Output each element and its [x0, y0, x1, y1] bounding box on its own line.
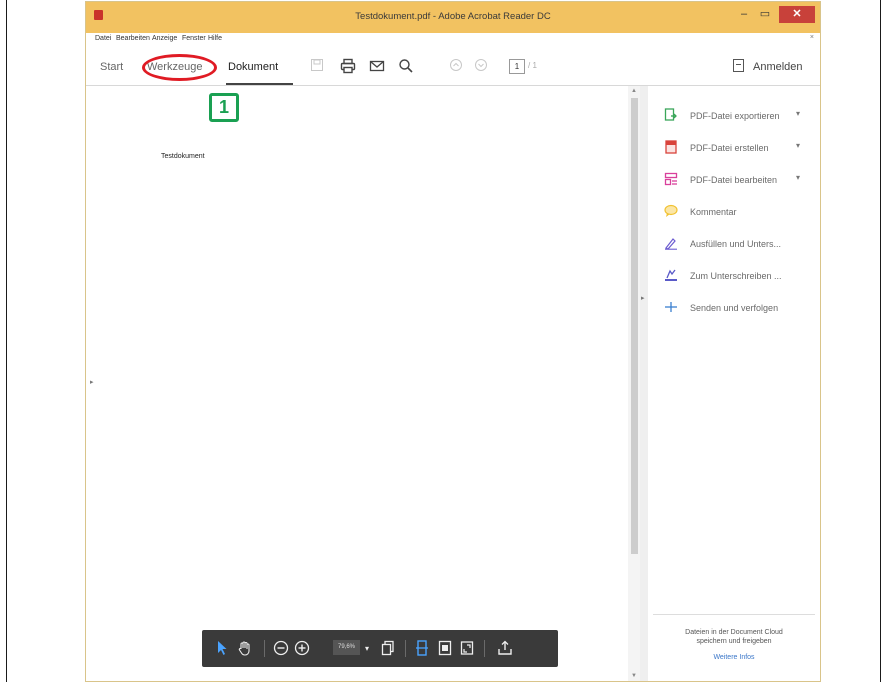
fill-sign-icon	[664, 236, 678, 250]
send-sign-icon	[664, 268, 678, 282]
zoom-out-icon[interactable]	[273, 640, 289, 657]
page-number-input[interactable]: 1	[509, 59, 525, 74]
zoom-dropdown-icon[interactable]: ▾	[362, 640, 372, 657]
maximize-button[interactable]: ▭	[756, 6, 774, 23]
tools-pane: PDF-Datei exportieren ▾ PDF-Datei erstel…	[648, 86, 820, 681]
toolbar-separator	[264, 640, 265, 657]
print-icon[interactable]	[340, 58, 356, 74]
menu-bearbeiten[interactable]: Bearbeiten	[116, 35, 150, 42]
save-icon[interactable]	[309, 58, 325, 74]
signin-icon[interactable]	[733, 59, 744, 72]
tool-label: PDF-Datei bearbeiten	[690, 175, 778, 185]
signin-button[interactable]: Anmelden	[753, 61, 803, 73]
left-pane-toggle-icon[interactable]: ▸	[90, 378, 94, 386]
vertical-scrollbar[interactable]: ▲ ▼	[628, 86, 640, 681]
export-pdf-icon	[664, 108, 678, 122]
page-fit-icon[interactable]	[381, 640, 395, 657]
tool-label: Ausfüllen und Unters...	[690, 239, 782, 249]
select-arrow-icon[interactable]	[215, 640, 229, 657]
tool-label: PDF-Datei erstellen	[690, 143, 769, 153]
scroll-mode-icon[interactable]	[415, 640, 429, 657]
page-up-icon[interactable]	[448, 58, 464, 74]
chevron-down-icon[interactable]: ▾	[796, 109, 800, 118]
edit-pdf-icon	[664, 172, 678, 186]
chevron-down-icon[interactable]: ▾	[796, 141, 800, 150]
main-toolbar: Start Werkzeuge Dokument 1 / 1 Anmelden	[86, 45, 820, 86]
fullscreen-icon[interactable]	[460, 640, 474, 657]
tool-label: Kommentar	[690, 207, 737, 217]
active-tab-indicator	[226, 83, 293, 85]
floating-toolbar: 79,6% ▾	[202, 630, 558, 667]
tab-dokument[interactable]: Dokument	[228, 61, 278, 73]
window-title: Testdokument.pdf - Adobe Acrobat Reader …	[355, 11, 551, 22]
page-down-icon[interactable]	[473, 58, 489, 74]
annotation-badge: 1	[209, 93, 239, 122]
tab-start[interactable]: Start	[100, 61, 123, 73]
cloud-info-link[interactable]: Weitere Infos	[653, 654, 815, 661]
document-text: Testdokument	[161, 153, 205, 160]
chevron-down-icon[interactable]: ▾	[796, 173, 800, 182]
pane-divider[interactable]	[640, 86, 648, 681]
page-total: / 1	[528, 61, 537, 70]
cloud-text-line1: Dateien in der Document Cloud	[685, 629, 783, 636]
document-view[interactable]: 1 Testdokument ▸	[86, 86, 628, 681]
menu-datei[interactable]: Datei	[95, 35, 111, 42]
pane-separator	[653, 614, 815, 615]
close-button[interactable]: ✕	[779, 6, 815, 23]
menu-bar: Datei Bearbeiten Anzeige Fenster Hilfe ×	[86, 33, 820, 45]
menu-anzeige[interactable]: Anzeige	[152, 35, 177, 42]
right-pane-toggle-icon[interactable]: ▸	[641, 294, 645, 302]
menu-collapse-icon[interactable]: ×	[810, 34, 814, 41]
cloud-text-line2: speichern und freigeben	[696, 638, 772, 645]
minimize-button[interactable]: –	[736, 6, 752, 23]
share-icon[interactable]	[497, 640, 513, 657]
frame-right-line	[880, 0, 881, 682]
comment-icon	[664, 204, 678, 218]
menu-fenster[interactable]: Fenster	[182, 35, 206, 42]
fit-page-icon[interactable]	[438, 640, 452, 657]
hand-tool-icon[interactable]	[237, 640, 253, 657]
toolbar-separator	[484, 640, 485, 657]
title-bar[interactable]: Testdokument.pdf - Adobe Acrobat Reader …	[86, 2, 820, 33]
frame-left-line	[6, 0, 7, 682]
highlight-circle	[142, 54, 217, 81]
acrobat-window: Testdokument.pdf - Adobe Acrobat Reader …	[85, 1, 821, 682]
send-track-icon	[664, 300, 678, 314]
search-icon[interactable]	[398, 58, 414, 74]
tool-label: Zum Unterschreiben ...	[690, 271, 782, 281]
zoom-in-icon[interactable]	[294, 640, 310, 657]
scroll-up-icon[interactable]: ▲	[631, 88, 637, 94]
scroll-down-icon[interactable]: ▼	[631, 673, 637, 679]
menu-hilfe[interactable]: Hilfe	[208, 35, 222, 42]
email-icon[interactable]	[369, 58, 385, 74]
create-pdf-icon	[664, 140, 678, 154]
scroll-thumb[interactable]	[631, 98, 638, 554]
zoom-level-field[interactable]: 79,6%	[333, 640, 360, 655]
toolbar-separator	[405, 640, 406, 657]
cloud-promo-text: Dateien in der Document Cloud speichern …	[653, 628, 815, 646]
tool-label: PDF-Datei exportieren	[690, 111, 780, 121]
tool-label: Senden und verfolgen	[690, 303, 779, 313]
